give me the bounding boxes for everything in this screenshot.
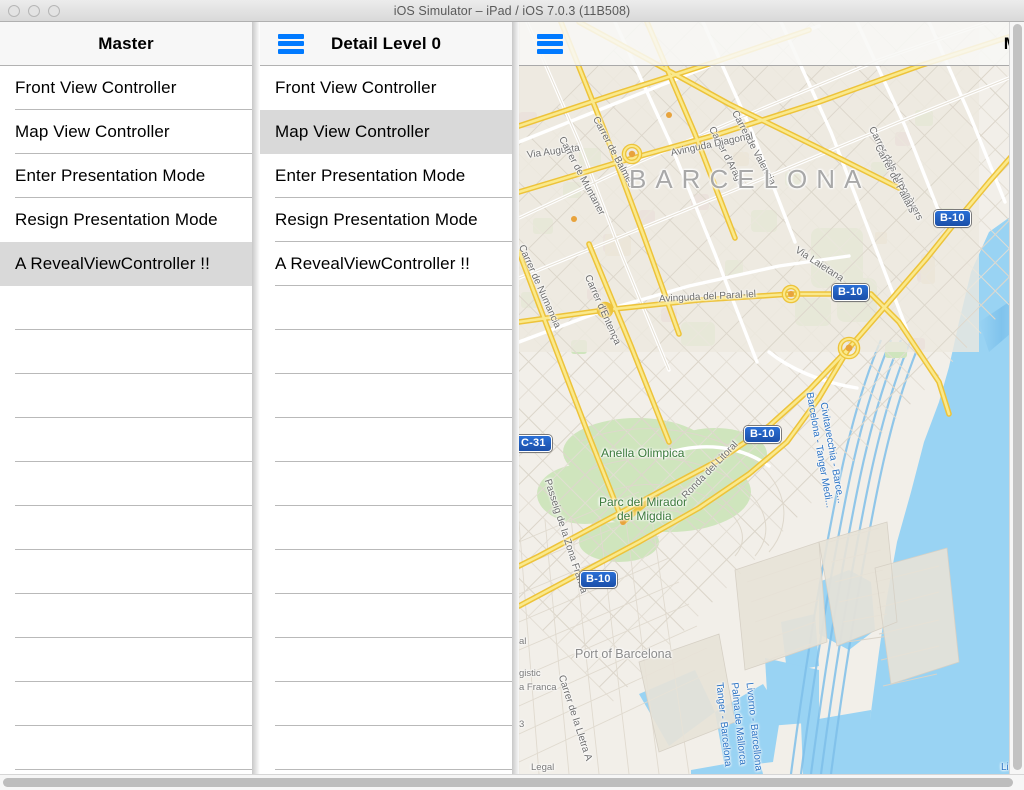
detail-row[interactable]: Enter Presentation Mode <box>260 154 512 198</box>
detail-empty-row[interactable] <box>260 594 512 638</box>
close-button[interactable] <box>8 5 20 17</box>
master-panel: Master Front View Controller Map View Con… <box>0 22 252 774</box>
detail-empty-row[interactable] <box>260 418 512 462</box>
master-empty-row[interactable] <box>0 506 252 550</box>
zoom-button[interactable] <box>48 5 60 17</box>
master-tableview[interactable]: Front View Controller Map View Controller… <box>0 66 252 774</box>
master-empty-row[interactable] <box>0 726 252 770</box>
simulator-window: iOS Simulator – iPad / iOS 7.0.3 (11B508… <box>0 0 1024 790</box>
master-title: Master <box>98 33 154 53</box>
detail-navbar: Detail Level 0 <box>260 22 512 66</box>
map-navbar: M <box>519 22 1024 66</box>
master-empty-row[interactable] <box>0 286 252 330</box>
master-navbar: Master <box>0 22 252 66</box>
master-empty-row[interactable] <box>0 550 252 594</box>
detail-title: Detail Level 0 <box>330 33 442 53</box>
master-panel-shadow <box>252 22 260 774</box>
detail-row[interactable]: Map View Controller <box>260 110 512 154</box>
detail-row-label: Resign Presentation Mode <box>275 210 478 229</box>
detail-row-label: Front View Controller <box>275 78 437 97</box>
detail-tableview[interactable]: Front View Controller Map View Controller… <box>260 66 512 774</box>
detail-empty-row[interactable] <box>260 682 512 726</box>
vertical-scrollbar[interactable] <box>1009 22 1024 774</box>
detail-empty-row[interactable] <box>260 462 512 506</box>
master-row-label: Map View Controller <box>15 122 170 141</box>
detail-row-label: A RevealViewController !! <box>275 254 470 273</box>
master-empty-row[interactable] <box>0 682 252 726</box>
master-row-label: Front View Controller <box>15 78 177 97</box>
horizontal-scrollbar[interactable] <box>0 774 1024 790</box>
map-canvas[interactable] <box>519 22 1024 774</box>
hamburger-icon[interactable] <box>278 33 304 54</box>
detail-row[interactable]: A RevealViewController !! <box>260 242 512 286</box>
master-empty-row[interactable] <box>0 418 252 462</box>
detail-row[interactable]: Resign Presentation Mode <box>260 198 512 242</box>
master-row-label: Resign Presentation Mode <box>15 210 218 229</box>
detail-empty-row[interactable] <box>260 726 512 770</box>
master-empty-row[interactable] <box>0 374 252 418</box>
master-row[interactable]: Resign Presentation Mode <box>0 198 252 242</box>
horizontal-scrollbar-thumb[interactable] <box>3 778 1013 787</box>
window-titlebar: iOS Simulator – iPad / iOS 7.0.3 (11B508… <box>0 0 1024 22</box>
detail-empty-row[interactable] <box>260 506 512 550</box>
detail-empty-row[interactable] <box>260 550 512 594</box>
detail-empty-row[interactable] <box>260 638 512 682</box>
master-empty-row[interactable] <box>0 330 252 374</box>
vertical-scrollbar-thumb[interactable] <box>1013 24 1022 770</box>
master-empty-row[interactable] <box>0 638 252 682</box>
master-empty-row[interactable] <box>0 594 252 638</box>
map-vector-graphics <box>519 22 1024 774</box>
master-row-label: A RevealViewController !! <box>15 254 210 273</box>
window-title: iOS Simulator – iPad / iOS 7.0.3 (11B508… <box>393 3 631 18</box>
simulator-screen: Master Front View Controller Map View Con… <box>0 22 1024 790</box>
master-row[interactable]: Map View Controller <box>0 110 252 154</box>
master-row[interactable]: A RevealViewController !! <box>0 242 252 286</box>
detail-empty-row[interactable] <box>260 286 512 330</box>
master-row[interactable]: Enter Presentation Mode <box>0 154 252 198</box>
window-controls <box>8 0 60 22</box>
hamburger-icon[interactable] <box>537 33 563 54</box>
map-panel[interactable]: Via Augusta Carrer de Balmes Carrer de Mun… <box>519 22 1024 774</box>
master-row-label: Enter Presentation Mode <box>15 166 206 185</box>
detail-empty-row[interactable] <box>260 374 512 418</box>
detail-row-label: Enter Presentation Mode <box>275 166 466 185</box>
detail-row[interactable]: Front View Controller <box>260 66 512 110</box>
master-row[interactable]: Front View Controller <box>0 66 252 110</box>
master-empty-row[interactable] <box>0 462 252 506</box>
minimize-button[interactable] <box>28 5 40 17</box>
detail-panel: Detail Level 0 Front View Controller Map … <box>260 22 512 774</box>
detail-row-label: Map View Controller <box>275 122 430 141</box>
detail-empty-row[interactable] <box>260 330 512 374</box>
